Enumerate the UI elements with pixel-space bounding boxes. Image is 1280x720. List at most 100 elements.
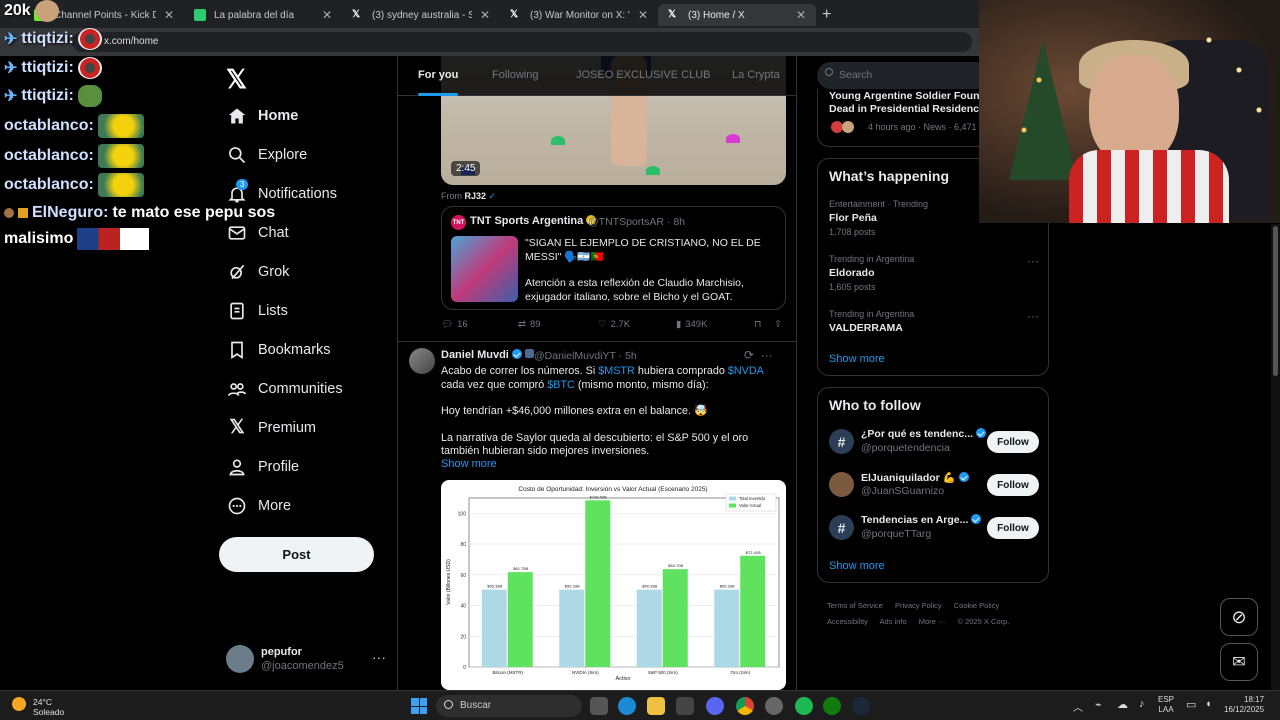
cashtag-link[interactable]: $NVDA — [728, 365, 763, 377]
bar-data-label: $72.41B — [746, 550, 761, 555]
quoted-tweet[interactable]: TNT TNT Sports Argentina @TNTSportsAR · … — [441, 206, 786, 310]
suggestion-name: ElJuaniquilador 💪 — [861, 471, 969, 484]
sidebar-item-label: Lists — [258, 302, 288, 319]
close-tab-icon[interactable]: ✕ — [796, 8, 806, 22]
more-dots-icon[interactable]: ··· — [372, 649, 386, 665]
taskbar-search[interactable]: Buscar — [436, 695, 582, 717]
settings-icon[interactable] — [765, 697, 783, 715]
grok-fab-button[interactable]: ⊘ — [1220, 598, 1258, 636]
more-dots-icon[interactable]: ··· — [1027, 309, 1039, 323]
suggestion-name-text: Tendencias en Arge... — [861, 514, 969, 526]
network-icon[interactable]: ⌁ — [1095, 698, 1102, 711]
tweet-chart-image[interactable]: Costo de Oportunidad: Inversión vs Valor… — [441, 480, 786, 690]
more-dots-icon[interactable]: ··· — [761, 348, 773, 362]
windows-start-icon[interactable] — [411, 698, 427, 714]
tab-for-you[interactable]: For you — [418, 69, 459, 96]
browser-tab[interactable]: 𝕏 (3) sydney australia - Search / X ✕ — [342, 4, 500, 26]
search-input[interactable]: Search — [817, 62, 989, 89]
follow-button[interactable]: Follow — [987, 431, 1039, 453]
footer-link[interactable]: Privacy Policy — [895, 601, 942, 610]
like-button[interactable]: ♡ 2.7K — [598, 319, 630, 330]
legend-swatch — [729, 496, 736, 501]
cashtag-link[interactable]: $MSTR — [598, 365, 635, 377]
scrollbar-thumb[interactable] — [1273, 226, 1278, 376]
language-indicator[interactable]: ESP LAA — [1158, 695, 1174, 715]
cashtag-link[interactable]: $BTC — [547, 379, 575, 391]
messages-fab-button[interactable]: ✉ — [1220, 643, 1258, 681]
footer-link[interactable]: Cookie Policy — [954, 601, 999, 610]
store-icon[interactable] — [676, 697, 694, 715]
avatar[interactable] — [409, 348, 435, 374]
monitor-icon[interactable]: ▭ — [1186, 698, 1196, 711]
from-user[interactable]: RJ32 — [465, 191, 487, 201]
quote-text: Atención a esta reflexión de Claudio Mar… — [525, 277, 744, 303]
footer-link[interactable]: More ··· — [919, 617, 946, 626]
task-view-icon[interactable] — [590, 697, 608, 715]
x-icon: 𝕏 — [229, 417, 245, 438]
sidebar-item-profile[interactable]: Profile — [226, 447, 396, 486]
chrome-icon[interactable] — [736, 697, 754, 715]
sword-badge-icon: ✈ — [4, 31, 18, 48]
trend-posts: 1,708 posts — [829, 227, 876, 237]
chat-line: octablanco: — [4, 144, 144, 168]
follow-button[interactable]: Follow — [987, 474, 1039, 496]
bookmark-button[interactable]: ⊓ — [754, 319, 761, 330]
new-tab-icon[interactable]: + — [822, 6, 831, 24]
share-button[interactable]: ⇧ — [774, 319, 782, 330]
close-tab-icon[interactable]: ✕ — [322, 8, 332, 22]
account-switcher[interactable]: pepufor @joacomendez5 ··· — [226, 643, 386, 675]
grok-icon[interactable]: ⟳ — [744, 348, 754, 362]
sidebar-item-lists[interactable]: Lists — [226, 291, 396, 330]
footer-link[interactable]: Ads info — [880, 617, 907, 626]
more-dots-icon[interactable]: ··· — [1027, 254, 1039, 268]
file-explorer-icon[interactable] — [647, 697, 665, 715]
speaker-icon[interactable]: ◖ — [1205, 698, 1212, 710]
spotify-icon[interactable] — [795, 697, 813, 715]
close-tab-icon[interactable]: ✕ — [480, 8, 490, 22]
microphone-icon[interactable]: ♪ — [1139, 698, 1145, 710]
repost-button[interactable]: ⇄ 89 — [518, 319, 541, 330]
bar — [481, 589, 507, 667]
browser-tab[interactable]: 𝕏 (3) War Monitor on X: "this vide ✕ — [500, 4, 658, 26]
footer-link[interactable]: Terms of Service — [827, 601, 883, 610]
sidebar-item-premium[interactable]: 𝕏 Premium — [226, 408, 396, 447]
views-button[interactable]: ▮ 349K — [676, 319, 707, 330]
footer-link[interactable]: Accessibility — [827, 617, 868, 626]
clock[interactable]: 18:17 16/12/2025 — [1224, 695, 1264, 715]
steam-icon[interactable] — [852, 697, 870, 715]
tweet-actions: 💬︎ 16 ⇄ 89 ♡ 2.7K ▮ 349K ⊓ ⇧ — [441, 319, 786, 335]
chevron-up-icon[interactable]: ︿ — [1073, 699, 1083, 714]
temperature: 24°C — [33, 697, 52, 707]
show-more-link[interactable]: Show more — [441, 458, 497, 470]
edge-icon[interactable] — [618, 697, 636, 715]
cloud-icon[interactable]: ☁ — [1117, 698, 1128, 711]
taskbar: 24°C Soleado Buscar ︿ ⌁ ☁ ♪ ESP LAA ▭ ◖ 18… — [0, 690, 1280, 720]
sidebar-item-communities[interactable]: Communities — [226, 369, 396, 408]
tab-la-crypta[interactable]: La Crypta — [732, 69, 780, 81]
emote-icon — [97, 114, 144, 138]
follow-suggestion[interactable]: # Tendencias en Arge... @porqueTTarg Fol… — [829, 512, 1041, 548]
show-more-link[interactable]: Show more — [829, 353, 885, 365]
post-button[interactable]: Post — [219, 537, 374, 572]
close-tab-icon[interactable]: ✕ — [638, 8, 648, 22]
follow-button[interactable]: Follow — [987, 517, 1039, 539]
reply-button[interactable]: 💬︎ 16 — [441, 319, 468, 330]
sidebar-item-more[interactable]: More — [226, 486, 396, 525]
browser-tab-active[interactable]: 𝕏 (3) Home / X ✕ — [658, 4, 816, 26]
follow-suggestion[interactable]: ElJuaniquilador 💪 @JuanSGuarnizo Follow — [829, 469, 1041, 505]
trend-context: Trending in Argentina — [829, 309, 915, 319]
chat-user: ttiqtizi: — [21, 59, 74, 76]
trend-item[interactable]: Trending in Argentina Eldorado 1,605 pos… — [829, 254, 1039, 292]
tab-joseo-exclusive-club[interactable]: JOSEO EXCLUSIVE CLUB — [576, 69, 711, 81]
trend-item[interactable]: Trending in Argentina VALDERRAMA ··· — [829, 309, 1039, 334]
tweet-author[interactable]: Daniel Muvdi — [441, 349, 534, 361]
discord-icon[interactable] — [706, 697, 724, 715]
scrollbar[interactable] — [1271, 224, 1280, 690]
show-more-link[interactable]: Show more — [829, 560, 885, 572]
follow-suggestion[interactable]: # ¿Por qué es tendenc... @porquetendenci… — [829, 426, 1041, 462]
tab-following[interactable]: Following — [492, 69, 538, 81]
sidebar-item-bookmarks[interactable]: Bookmarks — [226, 330, 396, 369]
sword-badge-icon: ✈ — [4, 60, 18, 77]
xbox-icon[interactable] — [823, 697, 841, 715]
verified-badge-icon — [971, 514, 982, 524]
